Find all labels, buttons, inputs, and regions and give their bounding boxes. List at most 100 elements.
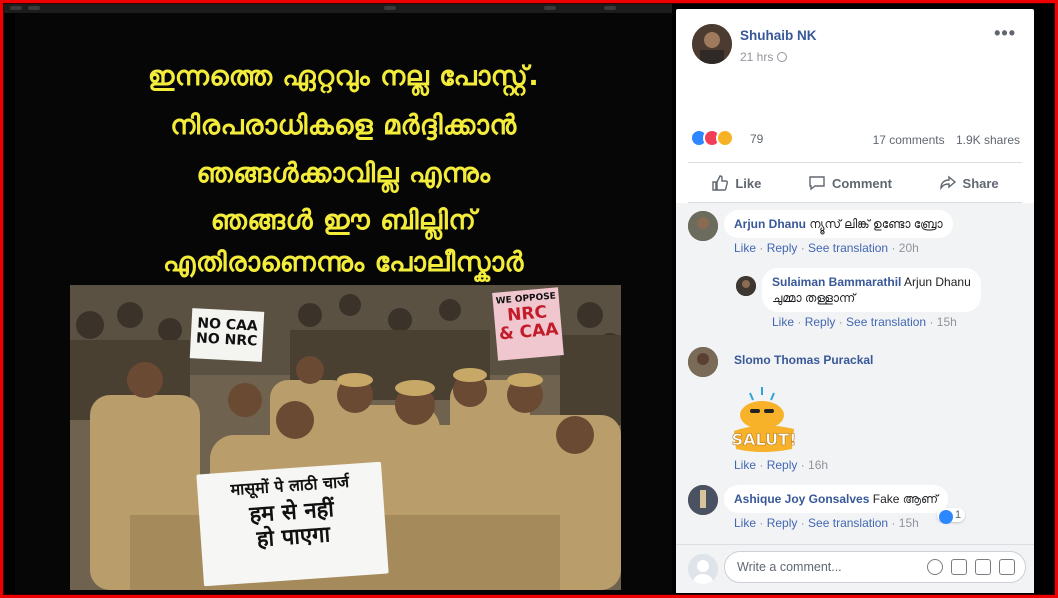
share-icon: [939, 175, 956, 191]
globe-icon: [777, 52, 788, 62]
author-avatar[interactable]: [692, 24, 732, 64]
see-translation-link[interactable]: See translation: [846, 315, 926, 329]
comment-button[interactable]: Comment: [808, 174, 892, 192]
more-options-icon[interactable]: •••: [994, 23, 1016, 44]
comment-author[interactable]: Ashique Joy Gonsalves: [734, 492, 869, 506]
sign-no-caa: NO CAA NO NRC: [189, 308, 265, 362]
comment-reply-link[interactable]: Reply: [767, 241, 798, 255]
separator-dot: ·: [888, 241, 899, 255]
post-actions: Like Comment Share: [688, 167, 1022, 199]
salut-sticker[interactable]: SALUT!: [728, 383, 808, 463]
strip-dot: [28, 6, 40, 10]
separator-dot: ·: [835, 315, 847, 329]
post-time[interactable]: 21 hrs: [740, 50, 773, 64]
wow-reaction-icon: [716, 129, 734, 147]
current-user-avatar: [688, 554, 718, 584]
post-stats: 17 comments 1.9K shares: [865, 133, 1020, 147]
browser-top-strip: [4, 4, 672, 13]
divider: [688, 162, 1022, 163]
strip-dot: [384, 6, 396, 10]
composer-icons: [927, 559, 1015, 575]
camera-icon[interactable]: [951, 559, 967, 575]
comments-count[interactable]: 17 comments: [873, 133, 945, 147]
sign-we-oppose-caa: & CAA: [498, 319, 560, 345]
separator-dot: ·: [926, 315, 937, 329]
comment-like-link[interactable]: Like: [734, 241, 756, 255]
author-avatar-image: [692, 24, 732, 64]
comment-text: ന്യൂസ് ലിങ്ക് ഉണ്ടോ ബ്രോ: [809, 217, 943, 231]
strip-dot: [10, 6, 22, 10]
strip-dot: [544, 6, 556, 10]
protest-photo: NO CAA NO NRC WE OPPOSE NRC & CAA मासूमो…: [70, 285, 621, 590]
comment-author[interactable]: Arjun Dhanu: [734, 217, 806, 231]
like-button[interactable]: Like: [711, 174, 761, 192]
comment-reply-link[interactable]: Reply: [767, 516, 798, 530]
share-button[interactable]: Share: [939, 174, 999, 192]
comment-author[interactable]: Sulaiman Bammarathil: [772, 275, 901, 289]
comment-reply-link[interactable]: Reply: [805, 315, 836, 329]
separator-dot: ·: [756, 241, 767, 255]
reaction-count[interactable]: 79: [750, 132, 763, 146]
comment-like-link[interactable]: Like: [772, 315, 794, 329]
comment-like-link[interactable]: Like: [734, 516, 756, 530]
separator-dot: ·: [797, 516, 809, 530]
salut-sticker-image: SALUT!: [731, 387, 797, 452]
commenter-avatar[interactable]: [688, 211, 718, 241]
post-timestamp[interactable]: 21 hrs: [740, 50, 788, 64]
see-translation-link[interactable]: See translation: [808, 516, 888, 530]
comment-meta: Like · Reply · See translation · 20h: [724, 241, 953, 255]
separator-dot: ·: [797, 458, 809, 472]
like-reaction-icon: [939, 510, 953, 524]
comment-4: Ashique Joy Gonsalves Fake ആണ് Like · Re…: [724, 485, 949, 530]
separator-dot: ·: [756, 516, 767, 530]
default-avatar-icon: [688, 554, 718, 584]
see-translation-link[interactable]: See translation: [808, 241, 888, 255]
comment-time[interactable]: 15h: [937, 315, 957, 329]
sign-no-caa-line-2: NO NRC: [195, 330, 258, 350]
comment-like-link[interactable]: Like: [734, 458, 756, 472]
comment-bubble: Ashique Joy Gonsalves Fake ആണ്: [724, 485, 949, 513]
post-panel: Shuhaib NK 21 hrs ••• 79 17 comments 1.9…: [676, 9, 1034, 593]
commenter-avatar-image: [688, 485, 718, 515]
separator-dot: ·: [797, 241, 809, 255]
shares-count[interactable]: 1.9K shares: [956, 133, 1020, 147]
comment-button-label: Comment: [831, 175, 892, 191]
gif-icon[interactable]: [975, 559, 991, 575]
commenter-avatar-image: [688, 347, 718, 377]
emoji-icon[interactable]: [927, 559, 943, 575]
comment-time[interactable]: 20h: [899, 241, 919, 255]
comment-bubble: Sulaiman Bammarathil Arjun Dhanu ചുമ്മാ …: [762, 268, 981, 312]
comment-2: Sulaiman Bammarathil Arjun Dhanu ചുമ്മാ …: [762, 268, 1002, 329]
comment-input-placeholder: Write a comment...: [737, 560, 842, 574]
like-button-label: Like: [735, 175, 762, 191]
comment-author[interactable]: Slomo Thomas Purackal: [734, 353, 873, 367]
post-author-name[interactable]: Shuhaib NK: [740, 28, 817, 43]
comment-reply-link[interactable]: Reply: [767, 458, 798, 472]
comment-tag[interactable]: Arjun Dhanu: [904, 275, 971, 289]
comment-3-author-row: Slomo Thomas Purackal: [734, 353, 873, 367]
reply-avatar[interactable]: [736, 276, 756, 296]
sticker-text: SALUT!: [732, 430, 797, 449]
comment-time[interactable]: 15h: [899, 516, 919, 530]
reply-avatar-image: [736, 276, 756, 296]
comment-time[interactable]: 16h: [808, 458, 828, 472]
comment-input[interactable]: Write a comment...: [724, 551, 1026, 583]
sign-hindi-line-1: मासूमों पे लाठी चार्ज: [229, 471, 350, 500]
sticker-icon[interactable]: [999, 559, 1015, 575]
separator-dot: ·: [794, 315, 805, 329]
sign-we-oppose: WE OPPOSE NRC & CAA: [492, 287, 564, 361]
commenter-avatar[interactable]: [688, 347, 718, 377]
comment-bubble: Arjun Dhanu ന്യൂസ് ലിങ്ക് ഉണ്ടോ ബ്രോ: [724, 210, 953, 238]
headline-line-1: ഇന്നത്തെ ഏറ്റവും നല്ല പോസ്റ്റ്.: [147, 61, 540, 92]
commenter-avatar[interactable]: [688, 485, 718, 515]
comment-meta: Like · Reply · See translation · 15h: [762, 315, 1002, 329]
comment-text: Fake ആണ്: [872, 492, 939, 506]
separator-dot: ·: [756, 458, 767, 472]
thumbs-up-icon: [712, 175, 729, 191]
strip-dot: [604, 6, 616, 10]
headline-line-2: നിരപരാധികളെ മർദ്ദിക്കാൻ: [170, 110, 517, 141]
share-button-label: Share: [962, 175, 999, 191]
divider: [676, 544, 1034, 545]
comment-reaction-count[interactable]: 1: [937, 508, 966, 524]
commenter-avatar-image: [688, 211, 718, 241]
